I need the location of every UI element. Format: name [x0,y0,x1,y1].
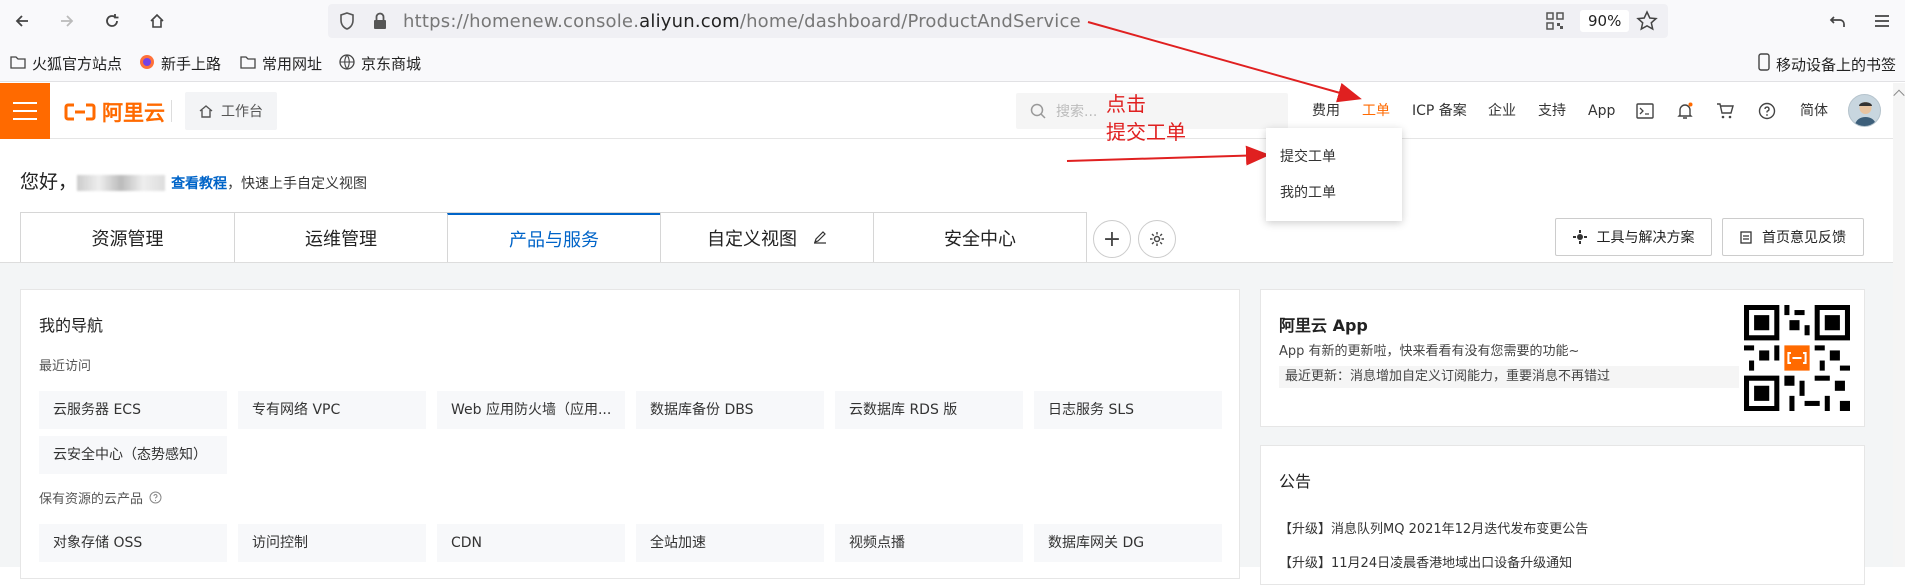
help-icon[interactable] [149,491,162,504]
tab-resource[interactable]: 资源管理 [21,213,234,263]
section-label: 保有资源的云产品 [39,488,162,507]
product-link[interactable]: CDN [437,524,625,562]
card-title: 阿里云 App [1279,316,1368,335]
tab-products[interactable]: 产品与服务 [447,213,660,263]
settings-button[interactable] [1138,220,1176,258]
greeting: 您好， 查看教程，快速上手自定义视图 [20,171,368,193]
tab-security[interactable]: 安全中心 [873,213,1086,263]
dashboard-tabs: 资源管理 运维管理 产品与服务 自定义视图 安全中心 [20,212,1087,263]
tutorial-link[interactable]: 查看教程 [171,176,227,192]
arrow-to-tickets [1087,21,1362,103]
card-title: 我的导航 [39,316,104,335]
my-navigation-card: 我的导航 最近访问 云服务器 ECS 专有网络 VPC Web 应用防火墙（应用… [20,289,1240,579]
scrollbar[interactable] [1893,83,1905,567]
product-link[interactable]: 对象存储 OSS [39,524,227,562]
latest-update: 最近更新：消息增加自定义订阅能力，重要消息不再错过 [1279,366,1739,388]
gear-icon [1572,230,1587,244]
product-link[interactable]: 全站加速 [636,524,824,562]
product-link[interactable]: 日志服务 SLS [1034,391,1222,429]
announcement-item[interactable]: 【升级】消息队列MQ 2021年12月迭代发布变更公告 [1279,518,1588,537]
product-link[interactable]: 专有网络 VPC [238,391,426,429]
app-qr-code [1744,305,1850,411]
feedback-button[interactable]: 首页意见反馈 [1722,218,1864,256]
tools-solutions-button[interactable]: 工具与解决方案 [1555,218,1712,256]
announcement-item[interactable]: 【升级】11月24日凌晨香港地域出口设备升级通知 [1279,552,1572,571]
add-tab-button[interactable]: + [1093,220,1131,258]
product-link[interactable]: Web 应用防火墙（应用... [437,391,625,429]
username-redacted [77,174,166,191]
edit-icon[interactable] [813,228,827,249]
scroll-up-icon[interactable] [1893,89,1905,101]
section-label: 最近访问 [39,359,92,374]
tickets-dropdown: 提交工单 我的工单 [1266,128,1402,221]
card-title: 公告 [1279,472,1312,491]
arrow-to-submit [1066,145,1270,166]
product-link[interactable]: 数据库备份 DBS [636,391,824,429]
product-link[interactable]: 数据库网关 DG [1034,524,1222,562]
product-link[interactable]: 视频点播 [835,524,1023,562]
announcement-card: 公告 【升级】消息队列MQ 2021年12月迭代发布变更公告 【升级】11月24… [1260,445,1865,585]
product-link[interactable]: 访问控制 [238,524,426,562]
product-link[interactable]: 云服务器 ECS [39,391,227,429]
tab-custom-view[interactable]: 自定义视图 [660,213,873,263]
product-link[interactable]: 云数据库 RDS 版 [835,391,1023,429]
app-description: App 有新的更新啦，快来看看有没有您需要的功能~ [1279,344,1580,359]
product-link[interactable]: 云安全中心（态势感知） [39,436,227,474]
clipboard-icon [1740,231,1752,244]
tab-ops[interactable]: 运维管理 [234,213,447,263]
gear-icon [1150,232,1164,246]
my-tickets-item[interactable]: 我的工单 [1280,182,1336,202]
submit-ticket-item[interactable]: 提交工单 [1280,146,1336,166]
